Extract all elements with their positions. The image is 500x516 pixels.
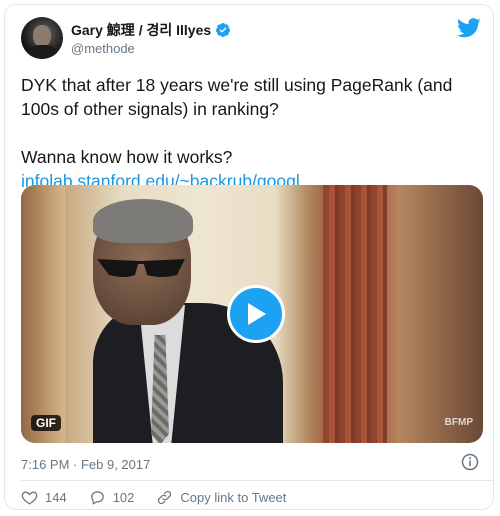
heart-icon — [21, 491, 38, 505]
reply-icon — [90, 491, 104, 505]
reply-action[interactable]: 102 — [89, 489, 135, 506]
copy-link-action[interactable]: Copy link to Tweet — [156, 489, 286, 506]
divider — [21, 480, 493, 481]
like-action[interactable]: 144 — [21, 489, 67, 506]
author-display-name[interactable]: Gary 鯨理 / 경리 Illyes — [71, 20, 211, 40]
reply-count: 102 — [112, 490, 135, 505]
tweet-timestamp[interactable]: 7:16 PM · Feb 9, 2017 — [21, 457, 150, 472]
tweet-text-line-1: DYK that after 18 years we're still usin… — [21, 75, 453, 119]
author-name-row[interactable]: Gary 鯨理 / 경리 Illyes — [71, 20, 231, 40]
tweet-card: Gary 鯨理 / 경리 Illyes @methode DYK that af… — [4, 4, 494, 510]
info-icon[interactable] — [461, 453, 479, 471]
like-count: 144 — [45, 490, 67, 505]
media-watermark: BFMP — [444, 417, 473, 428]
link-icon — [158, 490, 172, 505]
twitter-bird-icon[interactable] — [457, 17, 481, 39]
verified-badge-icon — [216, 23, 231, 37]
tweet-text: DYK that after 18 years we're still usin… — [21, 73, 486, 193]
play-button[interactable] — [227, 285, 285, 343]
avatar[interactable] — [21, 17, 63, 59]
copy-link-label: Copy link to Tweet — [180, 490, 287, 505]
play-icon — [248, 303, 266, 325]
gif-badge: GIF — [31, 415, 61, 431]
gif-media[interactable]: GIF BFMP — [21, 185, 483, 443]
tweet-actions: 144 102 Copy link to Tweet — [21, 489, 308, 506]
author-handle[interactable]: @methode — [71, 41, 135, 56]
tweet-text-line-2: Wanna know how it works? — [21, 147, 233, 167]
